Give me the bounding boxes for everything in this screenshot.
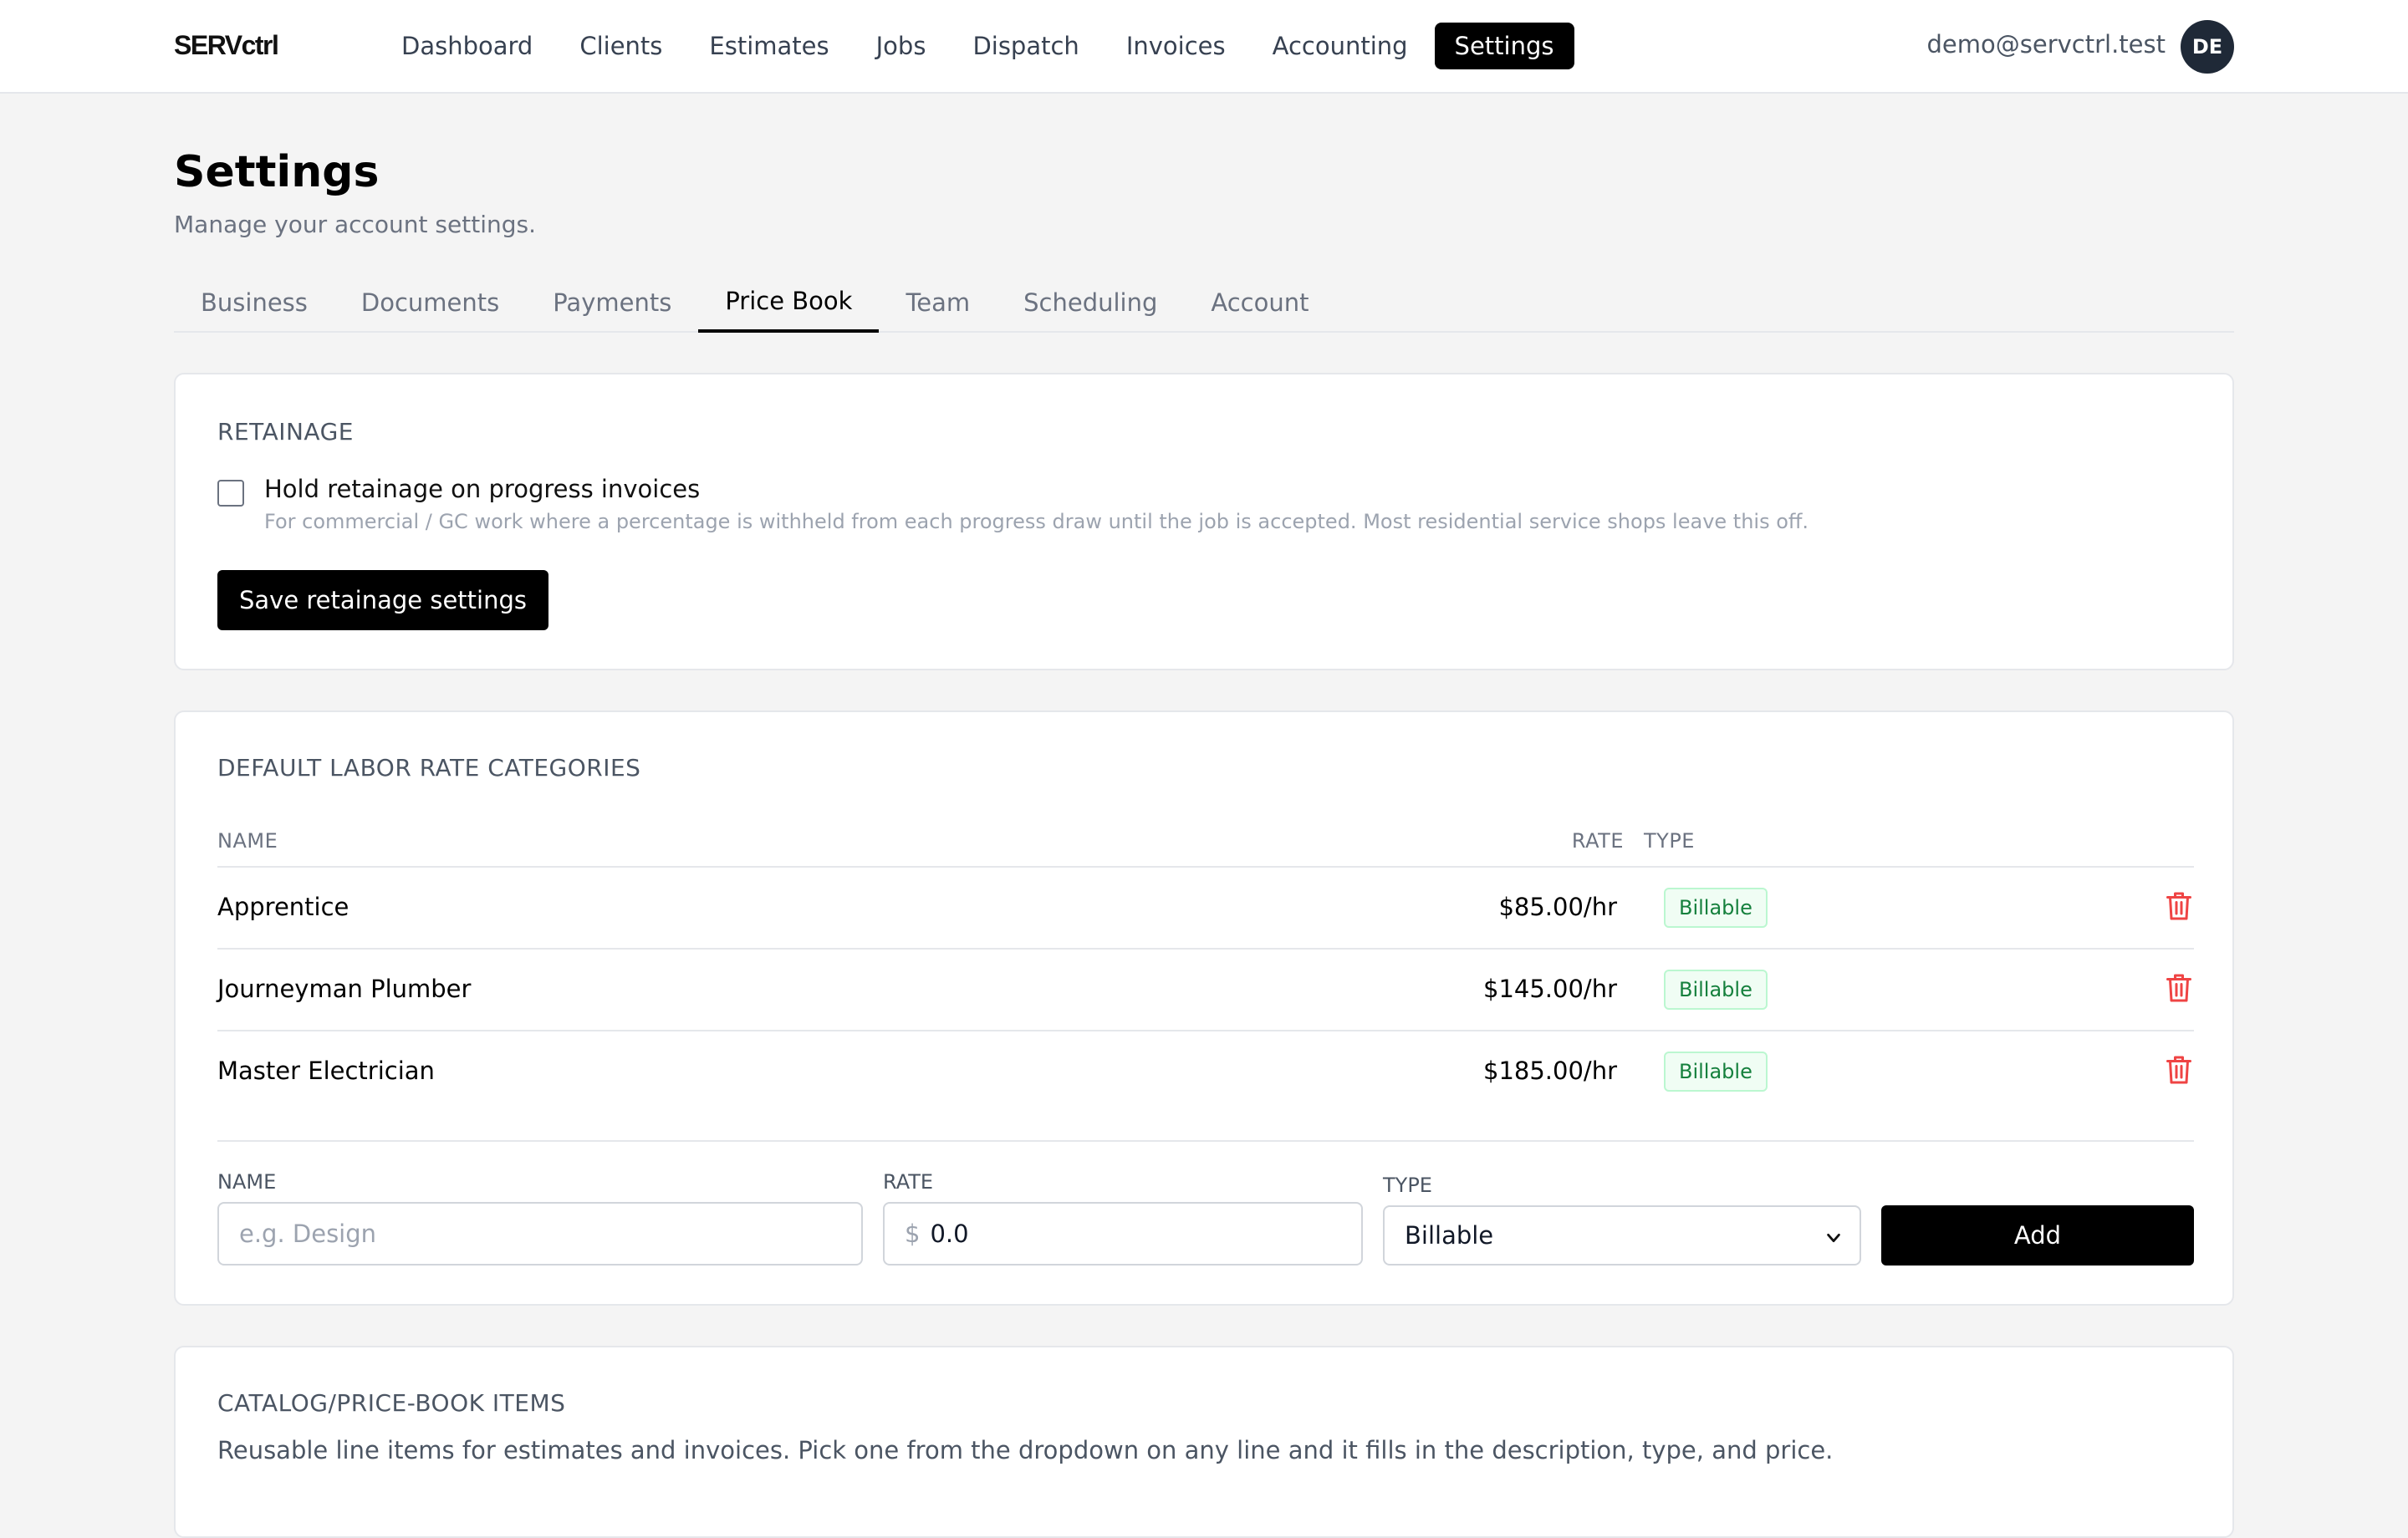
labor-rate-value: $85.00/hr xyxy=(1498,893,1617,921)
new-rate-name-placeholder: e.g. Design xyxy=(239,1220,377,1248)
page-title: Settings xyxy=(174,147,380,197)
tab-scheduling[interactable]: Scheduling xyxy=(997,272,1184,333)
main-nav: Dashboard Clients Estimates Jobs Dispatc… xyxy=(381,23,1574,69)
labor-rate-value: $145.00/hr xyxy=(1483,975,1617,1003)
retainage-checkbox[interactable] xyxy=(217,480,244,507)
user-email[interactable]: demo@servctrl.test xyxy=(1927,30,2166,59)
currency-prefix: $ xyxy=(905,1220,921,1248)
catalog-help-text: Reusable line items for estimates and in… xyxy=(217,1436,1834,1464)
nav-item-invoices[interactable]: Invoices xyxy=(1106,23,1246,69)
retainage-card: RETAINAGE Hold retainage on progress inv… xyxy=(174,373,2234,670)
type-badge: Billable xyxy=(1664,888,1768,928)
chevron-down-icon xyxy=(1827,1233,1840,1243)
tab-documents[interactable]: Documents xyxy=(334,272,526,333)
new-rate-label: RATE xyxy=(883,1170,934,1194)
tab-price-book[interactable]: Price Book xyxy=(698,272,880,333)
new-rate-type-select[interactable]: Billable xyxy=(1383,1205,1861,1266)
top-navbar: SERVctrl Dashboard Clients Estimates Job… xyxy=(0,0,2408,94)
retainage-help-text: For commercial / GC work where a percent… xyxy=(264,510,1809,533)
new-rate-name-input[interactable]: e.g. Design xyxy=(217,1202,863,1266)
labor-rate-name: Master Electrician xyxy=(217,1057,435,1085)
nav-item-accounting[interactable]: Accounting xyxy=(1252,23,1428,69)
settings-tabs: Business Documents Payments Price Book T… xyxy=(174,272,2234,333)
type-badge: Billable xyxy=(1664,970,1768,1010)
table-row: Master Electrician $185.00/hr Billable xyxy=(217,1030,2194,1112)
form-divider xyxy=(217,1140,2194,1142)
labor-rates-card: DEFAULT LABOR RATE CATEGORIES NAME RATE … xyxy=(174,710,2234,1306)
delete-trash-icon[interactable] xyxy=(2164,971,2194,1005)
catalog-title: CATALOG/PRICE-BOOK ITEMS xyxy=(217,1389,566,1417)
new-name-label: NAME xyxy=(217,1170,277,1194)
retainage-title: RETAINAGE xyxy=(217,418,354,446)
rate-value: 0.0 xyxy=(930,1220,969,1248)
table-row: Journeyman Plumber $145.00/hr Billable xyxy=(217,948,2194,1030)
avatar[interactable]: DE xyxy=(2181,20,2234,74)
tab-payments[interactable]: Payments xyxy=(526,272,698,333)
nav-item-settings[interactable]: Settings xyxy=(1434,23,1574,69)
nav-item-jobs[interactable]: Jobs xyxy=(856,23,946,69)
new-type-label: TYPE xyxy=(1383,1174,1432,1197)
table-row: Apprentice $85.00/hr Billable xyxy=(217,866,2194,948)
labor-rates-title: DEFAULT LABOR RATE CATEGORIES xyxy=(217,754,641,782)
labor-rate-value: $185.00/hr xyxy=(1483,1057,1617,1085)
type-select-value: Billable xyxy=(1405,1221,1494,1250)
nav-item-clients[interactable]: Clients xyxy=(559,23,682,69)
nav-item-estimates[interactable]: Estimates xyxy=(689,23,849,69)
column-header-rate: RATE xyxy=(1571,829,1624,853)
nav-item-dispatch[interactable]: Dispatch xyxy=(952,23,1099,69)
new-rate-amount-input[interactable]: $ 0.0 xyxy=(883,1202,1363,1266)
labor-rate-name: Journeyman Plumber xyxy=(217,975,472,1003)
column-header-name: NAME xyxy=(217,829,278,853)
column-header-type: TYPE xyxy=(1644,829,1695,853)
tab-business[interactable]: Business xyxy=(174,272,334,333)
labor-rate-name: Apprentice xyxy=(217,893,349,921)
catalog-card: CATALOG/PRICE-BOOK ITEMS Reusable line i… xyxy=(174,1346,2234,1538)
nav-item-dashboard[interactable]: Dashboard xyxy=(381,23,553,69)
page-subtitle: Manage your account settings. xyxy=(174,211,536,238)
tab-account[interactable]: Account xyxy=(1184,272,1335,333)
delete-trash-icon[interactable] xyxy=(2164,1053,2194,1087)
delete-trash-icon[interactable] xyxy=(2164,889,2194,923)
add-labor-rate-button[interactable]: Add xyxy=(1881,1205,2194,1266)
brand-logo[interactable]: SERVctrl xyxy=(174,30,279,61)
type-badge: Billable xyxy=(1664,1052,1768,1092)
retainage-checkbox-label[interactable]: Hold retainage on progress invoices xyxy=(264,475,700,503)
save-retainage-button[interactable]: Save retainage settings xyxy=(217,570,548,630)
tab-team[interactable]: Team xyxy=(879,272,997,333)
